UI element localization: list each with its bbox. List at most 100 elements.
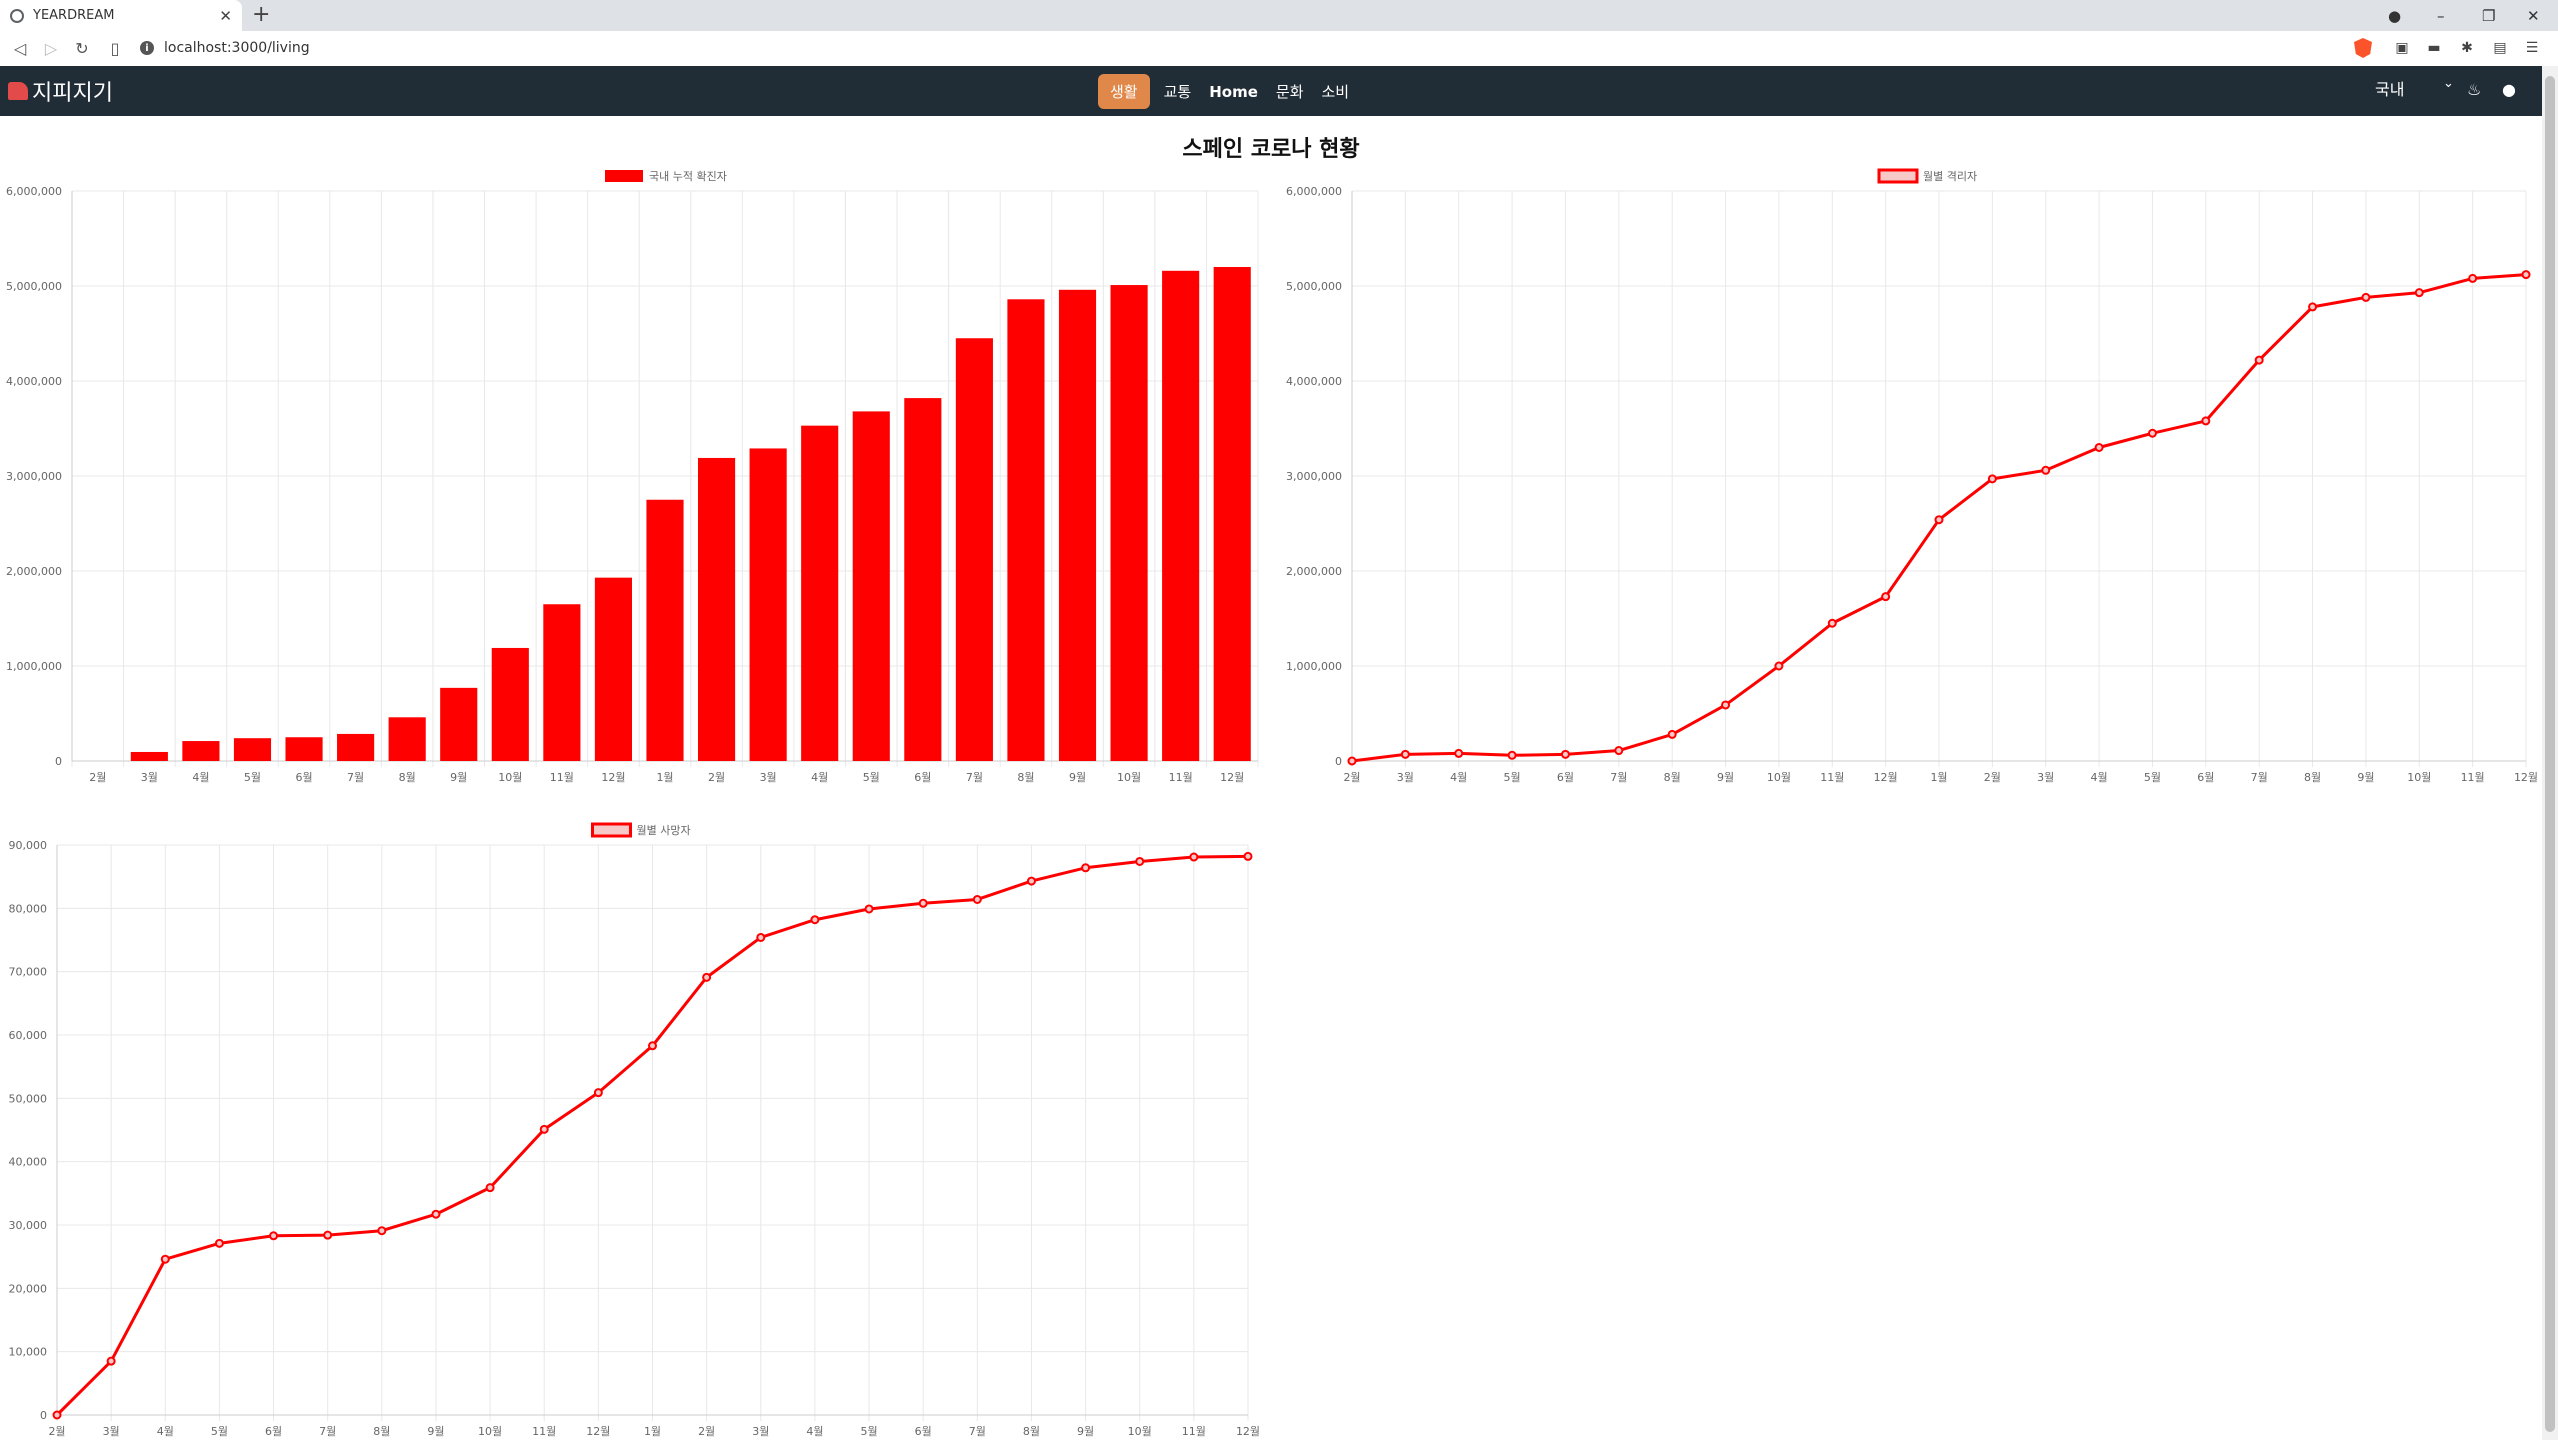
x-tick-label: 10월	[1117, 771, 1141, 784]
media-icon[interactable]: ▬	[2425, 39, 2443, 57]
fire-icon[interactable]: ♨	[2467, 80, 2481, 99]
new-tab-button[interactable]: +	[252, 3, 270, 27]
x-tick-label: 9월	[1717, 771, 1734, 784]
x-tick-label: 7월	[319, 1425, 336, 1438]
y-tick-label: 40,000	[9, 1156, 48, 1169]
brave-shield-icon[interactable]	[2354, 38, 2372, 58]
x-tick-label: 2월	[1984, 771, 2001, 784]
sidebar-icon[interactable]: ▣	[2393, 39, 2411, 57]
bar	[285, 737, 323, 761]
y-tick-label: 3,000,000	[6, 470, 62, 483]
x-tick-label: 2월	[48, 1425, 65, 1438]
x-tick-label: 6월	[295, 771, 312, 784]
menu-item-home[interactable]: Home	[1209, 77, 1258, 107]
profile-icon[interactable]: ●	[2388, 0, 2401, 31]
deaths-svg: 0 10,000 20,000 30,000 40,000 50,000 60,000 70,…	[9, 822, 1260, 1438]
x-tick-label: 1월	[1930, 771, 1947, 784]
forward-icon[interactable]: ▷	[40, 37, 62, 59]
x-tick-label: 8월	[1664, 771, 1681, 784]
close-window-button[interactable]: ✕	[2527, 0, 2540, 31]
close-tab-icon[interactable]: ✕	[219, 7, 232, 25]
back-icon[interactable]: ◁	[9, 37, 31, 59]
wallet-icon[interactable]: ▤	[2491, 39, 2509, 57]
x-tick-label: 8월	[399, 771, 416, 784]
x-tick-label: 2월	[698, 1425, 715, 1438]
x-tick-label: 2월	[1343, 771, 1360, 784]
y-tick-label: 60,000	[9, 1029, 48, 1042]
reload-icon[interactable]: ↻	[71, 37, 93, 59]
minimize-button[interactable]: –	[2437, 0, 2445, 31]
x-tick-label: 12월	[1220, 771, 1244, 784]
data-point	[485, 1183, 495, 1193]
data-point	[323, 1230, 333, 1240]
data-point	[160, 1254, 170, 1264]
y-tick-label: 0	[40, 1409, 47, 1422]
x-tick-label: 5월	[244, 771, 261, 784]
x-tick-label: 10월	[2407, 771, 2431, 784]
data-point	[1667, 729, 1677, 739]
data-point	[702, 972, 712, 982]
chevron-down-icon[interactable]: ⌄	[2443, 76, 2454, 91]
x-tick-label: 8월	[1017, 771, 1034, 784]
data-point	[2414, 288, 2424, 298]
x-tick-label: 10월	[1128, 1425, 1152, 1438]
y-tick-label: 10,000	[9, 1346, 48, 1359]
site-info-icon[interactable]: i	[140, 41, 154, 55]
scrollbar-thumb[interactable]	[2545, 76, 2555, 1432]
menu-item-living[interactable]: 생활	[1098, 74, 1150, 109]
data-point	[972, 894, 982, 904]
x-tick-label: 7월	[966, 771, 983, 784]
data-point	[1987, 474, 1997, 484]
x-tick-label: 6월	[914, 771, 931, 784]
legend-swatch	[1877, 168, 1919, 184]
data-point	[810, 915, 820, 925]
legend-label: 월별 사망자	[637, 824, 691, 837]
browser-tab[interactable]: YEARDREAM ✕	[0, 0, 242, 31]
x-tick-label: 11월	[1820, 771, 1844, 784]
data-point	[377, 1226, 387, 1236]
x-tick-label: 12월	[1874, 771, 1898, 784]
bar	[1110, 285, 1148, 761]
x-tick-label: 4월	[1450, 771, 1467, 784]
bar	[337, 733, 375, 761]
url-text: localhost:3000/living	[164, 40, 310, 56]
address-bar[interactable]: i localhost:3000/living	[140, 34, 2340, 62]
data-point	[2147, 428, 2157, 438]
data-point	[1774, 661, 1784, 671]
main-menu: 생활 교통 Home 문화 소비	[1098, 74, 1367, 109]
x-tick-label: 6월	[265, 1425, 282, 1438]
globe-icon	[10, 8, 24, 23]
page-scrollbar[interactable]	[2542, 66, 2558, 1440]
data-point	[1400, 749, 1410, 759]
data-point	[2201, 416, 2211, 426]
brand-link[interactable]: 지피지기	[8, 75, 113, 107]
data-point	[2468, 273, 2478, 283]
menu-item-culture[interactable]: 문화	[1276, 75, 1304, 108]
legend-label: 월별 격리자	[1923, 170, 1977, 183]
y-tick-label: 6,000,000	[1286, 185, 1342, 198]
data-point	[2254, 355, 2264, 365]
bar	[1162, 270, 1200, 761]
restore-button[interactable]: ❐	[2482, 0, 2495, 31]
data-point	[1026, 876, 1036, 886]
bar	[388, 717, 426, 761]
extensions-icon[interactable]: ✱	[2458, 39, 2476, 57]
data-point	[1347, 756, 1357, 766]
menu-item-consumption[interactable]: 소비	[1322, 75, 1350, 108]
cumulative-cases-chart: 0 1,000,000 2,000,000 3,000,000 4,000,000 5,0…	[0, 160, 1268, 800]
data-point	[1881, 592, 1891, 602]
deaths-chart: 0 10,000 20,000 30,000 40,000 50,000 60,000 70,…	[0, 812, 1268, 1440]
menu-item-traffic[interactable]: 교통	[1164, 75, 1192, 108]
legend: 월별 사망자	[591, 822, 691, 838]
tab-title: YEARDREAM	[33, 8, 115, 23]
bar	[955, 338, 993, 761]
bookmark-icon[interactable]: ▯	[104, 37, 126, 59]
x-tick-label: 7월	[2251, 771, 2268, 784]
y-tick-label: 4,000,000	[1286, 375, 1342, 388]
x-tick-label: 4월	[806, 1425, 823, 1438]
bar	[130, 751, 168, 761]
region-select[interactable]: 국내	[2375, 76, 2404, 100]
menu-icon[interactable]: ☰	[2523, 39, 2541, 57]
bomb-icon[interactable]: ●	[2502, 80, 2516, 99]
x-tick-label: 4월	[811, 771, 828, 784]
